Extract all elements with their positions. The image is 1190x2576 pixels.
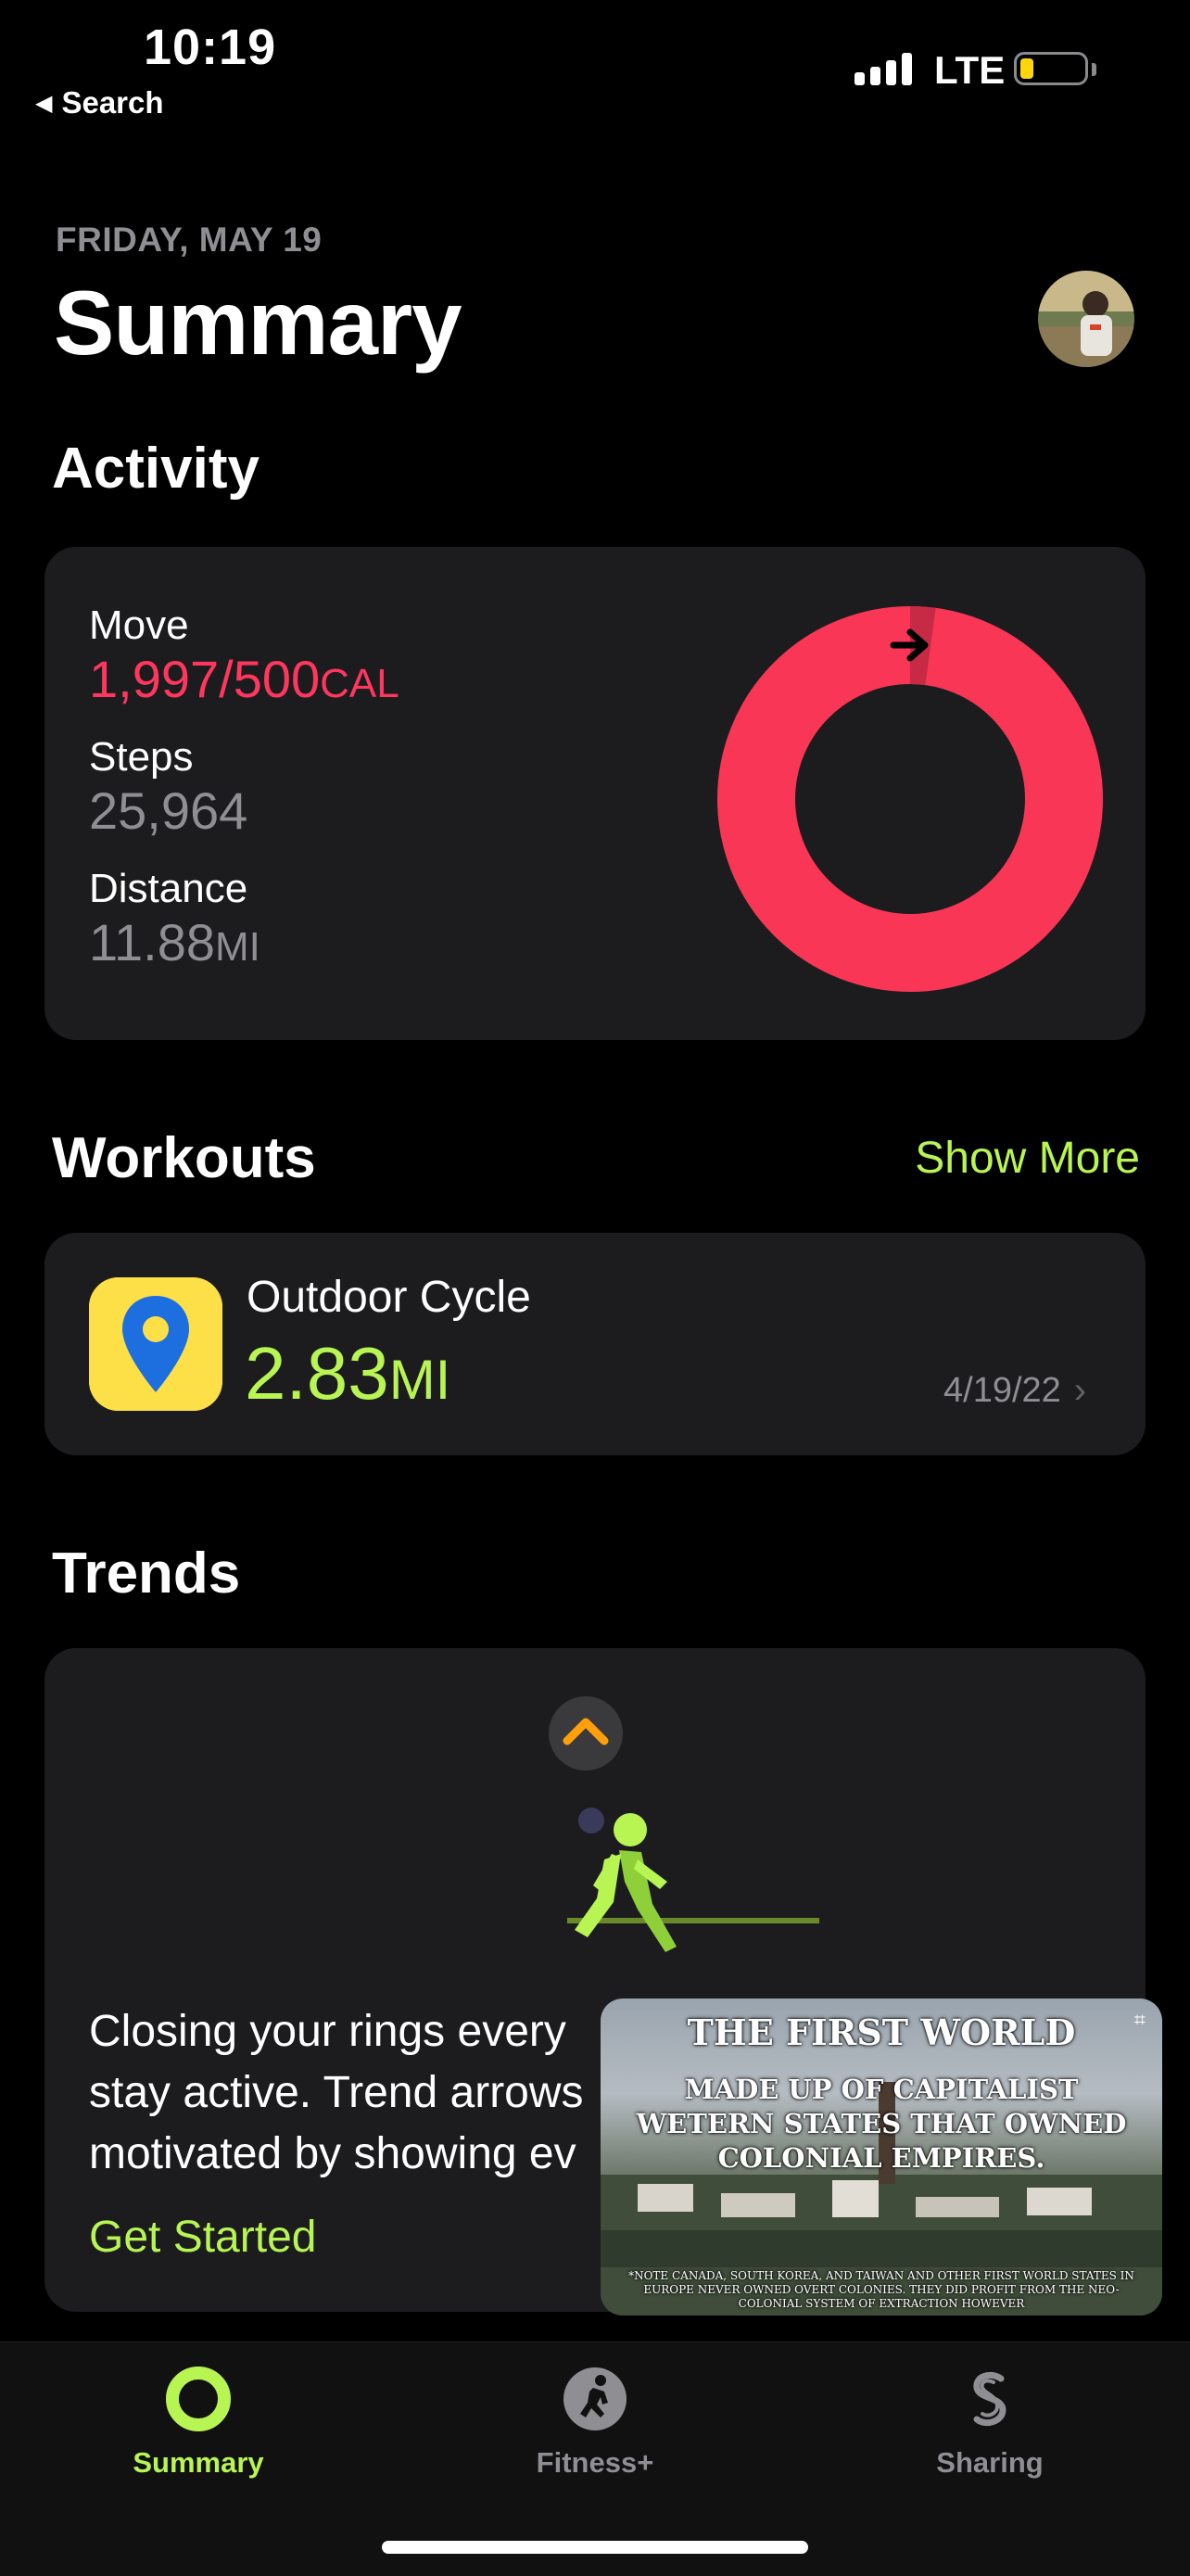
trend-up-arrow-icon: [549, 1696, 623, 1770]
tab-fitness-plus-label: Fitness+: [536, 2446, 654, 2479]
trends-text-line-1: Closing your rings every: [89, 2007, 566, 2056]
tab-sharing-label: Sharing: [936, 2446, 1044, 2479]
steps-label: Steps: [89, 734, 194, 780]
tab-summary-label: Summary: [133, 2446, 264, 2479]
back-label: Search: [61, 85, 164, 120]
distance-unit: MI: [214, 924, 260, 970]
workout-distance-unit: MI: [388, 1349, 451, 1411]
distance-value-number: 11.88: [89, 913, 215, 971]
runner-icon: [563, 2367, 627, 2430]
avatar[interactable]: [1038, 271, 1134, 367]
pip-caption-title: THE FIRST WORLD: [687, 2011, 1076, 2053]
outdoor-cycle-icon: [89, 1277, 222, 1411]
sharing-icon: [973, 2371, 1006, 2427]
workout-distance: 2.83MI: [245, 1331, 450, 1416]
home-indicator[interactable]: [382, 2541, 808, 2554]
network-type: LTE: [934, 48, 1006, 92]
activity-heading: Activity: [52, 437, 260, 501]
show-more-link[interactable]: Show More: [915, 1133, 1140, 1184]
status-time: 10:19: [144, 19, 277, 75]
pip-caption-fineprint: *NOTE CANADA, SOUTH KOREA, AND TAIWAN AN…: [628, 2269, 1134, 2310]
workout-distance-number: 2.83: [245, 1332, 389, 1415]
pip-expand-icon[interactable]: ⌗: [1134, 2008, 1146, 2032]
page-title: Summary: [54, 272, 462, 374]
steps-value: 25,964: [89, 781, 248, 840]
trends-text-line-2: stay active. Trend arrows: [89, 2068, 584, 2117]
move-value-number: 1,997/500: [89, 650, 321, 708]
trends-heading: Trends: [52, 1542, 241, 1605]
activity-ring-icon: [166, 2367, 231, 2431]
move-unit: CAL: [320, 661, 399, 706]
move-value: 1,997/500CAL: [89, 649, 399, 709]
walking-figure-icon: [567, 1813, 819, 1952]
distance-label: Distance: [89, 866, 248, 911]
trends-text-line-3: motivated by showing ev: [89, 2129, 576, 2178]
pip-caption-body: MADE UP OF CAPITALIST WETERN STATES THAT…: [636, 2074, 1127, 2174]
distance-value: 11.88MI: [89, 912, 260, 972]
battery-icon: [1014, 52, 1088, 85]
tab-fitness-plus[interactable]: Fitness+: [475, 2362, 715, 2480]
get-started-button[interactable]: Get Started: [89, 2212, 316, 2263]
workout-name: Outdoor Cycle: [247, 1273, 531, 1322]
move-label: Move: [89, 603, 189, 648]
back-to-search-button[interactable]: ◀ Search: [35, 85, 164, 121]
move-ring: [717, 606, 1103, 992]
tab-summary[interactable]: Summary: [78, 2362, 319, 2480]
cellular-signal-icon: [855, 48, 912, 85]
page-date: FRIDAY, MAY 19: [56, 221, 323, 259]
battery-tip: [1092, 63, 1096, 76]
workout-date-text: 4/19/22: [943, 1371, 1061, 1410]
workout-date: 4/19/22 ›: [943, 1370, 1086, 1412]
move-ring-track: [717, 606, 1103, 992]
pip-video-player[interactable]: THE FIRST WORLD MADE UP OF CAPITALIST WE…: [601, 1999, 1162, 2316]
workouts-heading: Workouts: [52, 1126, 316, 1190]
tab-sharing[interactable]: Sharing: [869, 2362, 1110, 2480]
chevron-right-icon: ›: [1073, 1370, 1087, 1411]
back-arrow-icon: ◀: [35, 90, 53, 116]
avatar-photo: [1038, 271, 1134, 367]
